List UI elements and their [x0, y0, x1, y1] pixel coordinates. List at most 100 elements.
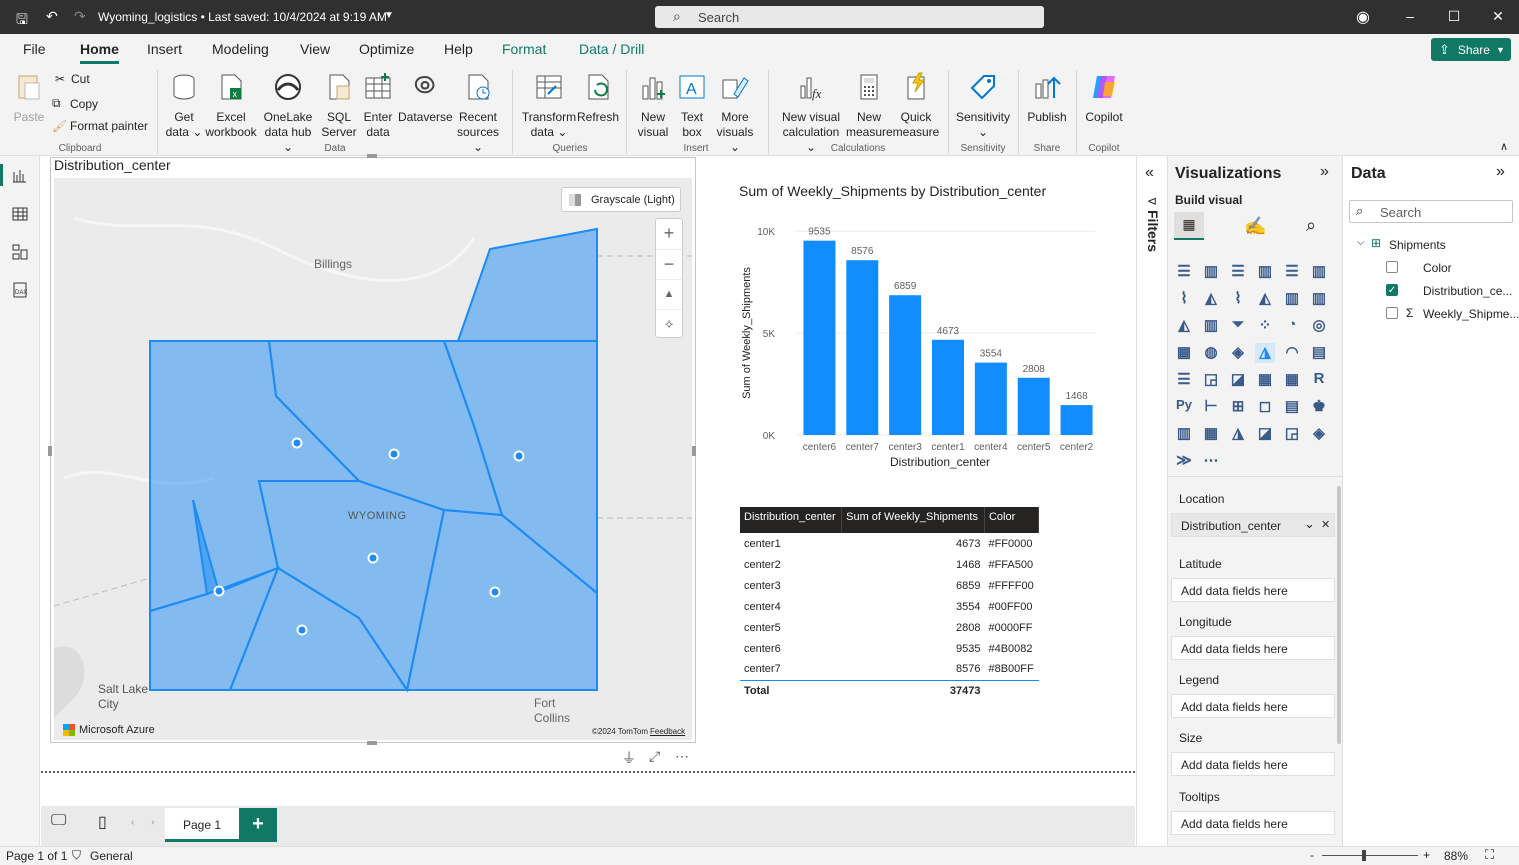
zoom-in-icon[interactable]: +	[1423, 848, 1430, 862]
more-options-icon[interactable]: ⋯	[675, 748, 689, 765]
table-row[interactable]: center5 2808 #0000FF	[740, 617, 1039, 638]
field-checkbox[interactable]: ✓	[1386, 284, 1398, 296]
pie-icon[interactable]: ◔	[1282, 316, 1302, 336]
save-icon[interactable]: 🖫	[16, 9, 28, 33]
map-area[interactable]: Billings WYOMING Salt Lake City Fort Col…	[54, 178, 692, 740]
map-icon[interactable]: ◍	[1201, 343, 1221, 363]
center-point[interactable]	[388, 448, 400, 460]
stacked-bar-icon[interactable]: ☰	[1174, 262, 1194, 282]
menu-modeling[interactable]: Modeling	[212, 41, 269, 57]
table-visual[interactable]: Distribution_center Sum of Weekly_Shipmen…	[740, 507, 1040, 701]
power-apps-icon[interactable]: ▦	[1201, 424, 1221, 444]
search-box[interactable]: ⌕ Search	[655, 6, 1044, 28]
enter-data-button[interactable]: Enter data	[360, 72, 396, 140]
zoom-in-icon[interactable]: +	[656, 219, 682, 249]
bar[interactable]	[846, 260, 879, 435]
column-header[interactable]: Sum of Weekly_Shipments	[841, 507, 985, 533]
gauge-icon[interactable]: ◠	[1282, 343, 1302, 363]
narrative-icon[interactable]: ▤	[1282, 397, 1302, 417]
sensitivity-status[interactable]: General	[90, 849, 133, 863]
waterfall-icon[interactable]: ▥	[1201, 316, 1221, 336]
resize-handle[interactable]	[367, 741, 377, 745]
column-header[interactable]: Distribution_center	[740, 507, 843, 533]
azure-map-icon[interactable]: ◮	[1255, 343, 1275, 363]
stacked-area-icon[interactable]: ⌇	[1228, 289, 1248, 309]
recent-sources-button[interactable]: Recent sources ⌄	[452, 72, 504, 155]
zoom-slider[interactable]	[1322, 855, 1418, 856]
zoom-level[interactable]: 88%	[1444, 849, 1468, 863]
bar[interactable]	[932, 339, 964, 435]
format-visual-icon[interactable]: ✍	[1244, 216, 1266, 237]
menu-data-drill[interactable]: Data / Drill	[579, 41, 644, 57]
funnel-icon[interactable]: ⏷	[1228, 316, 1248, 336]
pitch-icon[interactable]: ▲	[656, 279, 682, 309]
100-area-icon[interactable]: ◭	[1255, 289, 1275, 309]
account-icon[interactable]: ◉	[1356, 7, 1370, 27]
shape-map-icon[interactable]: ◲	[1282, 424, 1302, 444]
menu-home[interactable]: Home	[80, 41, 119, 64]
stacked-column-icon[interactable]: ▥	[1201, 262, 1221, 282]
get-data-button[interactable]: Get data ⌄	[163, 72, 205, 140]
table-icon[interactable]: ▦	[1255, 370, 1275, 390]
cut-button[interactable]: ✂ Cut	[55, 72, 90, 86]
build-visual-tab[interactable]: ▦	[1174, 212, 1204, 240]
paginated-icon[interactable]: ▥	[1174, 424, 1194, 444]
chevron-down-icon[interactable]: ⌄	[1304, 516, 1315, 532]
filters-pane-collapsed[interactable]: « ⊲ Filters	[1136, 156, 1168, 846]
qna-icon[interactable]: ◻	[1255, 397, 1275, 417]
compass-icon[interactable]: ⟡	[656, 309, 682, 338]
100-bar-icon[interactable]: ☰	[1282, 262, 1302, 282]
100-column-icon[interactable]: ▥	[1309, 262, 1329, 282]
field-name[interactable]: Distribution_ce...	[1423, 284, 1512, 298]
desktop-layout-icon[interactable]: 🖵	[51, 812, 66, 830]
report-view-icon[interactable]	[12, 168, 28, 184]
dataverse-button[interactable]: Dataverse	[398, 72, 453, 125]
card-icon[interactable]: ▤	[1309, 343, 1329, 363]
minimize-icon[interactable]: –	[1400, 8, 1420, 24]
quick-measure-button[interactable]: Quick measure	[892, 72, 940, 140]
table-row[interactable]: center7 8576 #8B00FF	[740, 659, 1039, 680]
area-icon[interactable]: ◭	[1201, 289, 1221, 309]
center-point[interactable]	[489, 586, 501, 598]
menu-file[interactable]: File	[23, 41, 46, 57]
matrix-icon[interactable]: ▦	[1282, 370, 1302, 390]
maximize-icon[interactable]: ☐	[1444, 8, 1464, 25]
kpi-icon[interactable]: ◲	[1201, 370, 1221, 390]
dax-query-view-icon[interactable]: DAX	[12, 282, 28, 298]
center-point[interactable]	[291, 437, 303, 449]
model-view-icon[interactable]	[12, 244, 28, 260]
refresh-button[interactable]: Refresh	[576, 72, 620, 125]
arcgis-icon[interactable]: ◪	[1255, 424, 1275, 444]
transform-data-button[interactable]: Transform data ⌄	[520, 72, 578, 140]
well-dropzone[interactable]: Add data fields here	[1171, 636, 1335, 660]
center-point[interactable]	[296, 624, 308, 636]
page-tab[interactable]: Page 1	[165, 808, 239, 842]
bar[interactable]	[1060, 405, 1093, 435]
menu-format[interactable]: Format	[502, 41, 546, 57]
map-style-button[interactable]: Grayscale (Light)	[561, 187, 681, 212]
file-title[interactable]: Wyoming_logistics • Last saved: 10/4/202…	[98, 10, 387, 24]
line-column-icon[interactable]: ▥	[1282, 289, 1302, 309]
treemap-icon[interactable]: ▦	[1174, 343, 1194, 363]
well-dropzone[interactable]: Add data fields here	[1171, 578, 1335, 602]
resize-handle[interactable]	[692, 446, 696, 456]
new-measure-button[interactable]: New measure	[846, 72, 893, 140]
scatter-icon[interactable]: ⁘	[1255, 316, 1275, 336]
bar[interactable]	[974, 362, 1007, 435]
filled-map-icon[interactable]: ◈	[1228, 343, 1248, 363]
bar[interactable]	[1017, 377, 1050, 435]
line-clustered-icon[interactable]: ▥	[1309, 289, 1329, 309]
next-page-icon[interactable]: ›	[151, 817, 154, 828]
location-field-chip[interactable]: Distribution_center ⌄ ✕	[1171, 513, 1335, 537]
expand-filters-icon[interactable]: «	[1145, 164, 1154, 182]
bar[interactable]	[803, 240, 836, 435]
table-name[interactable]: Shipments	[1389, 238, 1446, 252]
well-dropzone[interactable]: Add data fields here	[1171, 752, 1335, 776]
menu-help[interactable]: Help	[444, 41, 473, 57]
field-checkbox[interactable]	[1386, 307, 1398, 319]
prev-page-icon[interactable]: ‹	[131, 817, 134, 828]
key-influencers-icon[interactable]: ⊢	[1201, 397, 1221, 417]
field-name[interactable]: Weekly_Shipme...	[1423, 307, 1519, 321]
redo-icon[interactable]: ↷	[74, 8, 86, 25]
chevron-icon[interactable]: ≫	[1174, 451, 1194, 471]
